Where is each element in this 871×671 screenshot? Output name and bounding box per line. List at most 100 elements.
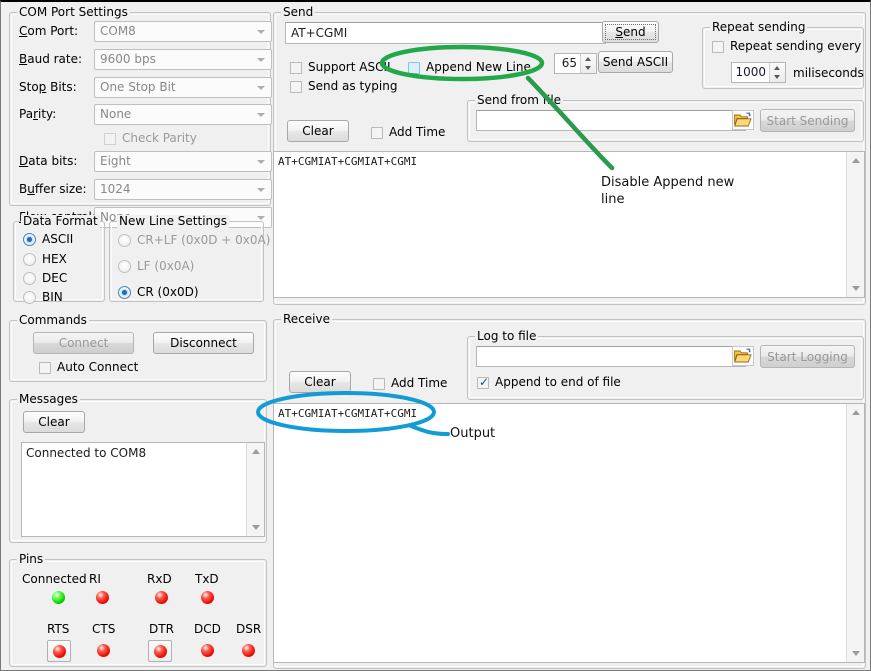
radio-label: CR (0x0D) bbox=[137, 284, 199, 300]
auto-connect-label: Auto Connect bbox=[57, 360, 138, 375]
stepper-up-icon[interactable] bbox=[581, 54, 596, 64]
send-file-path-input[interactable] bbox=[476, 110, 746, 131]
send-log-area[interactable]: AT+CGMIAT+CGMIAT+CGMI bbox=[273, 151, 865, 298]
new-line-settings-group: New Line Settings CR+LF (0x0D + 0x0A) LF… bbox=[109, 215, 264, 302]
commands-title: Commands bbox=[17, 314, 89, 327]
stepper-down-icon[interactable] bbox=[581, 64, 596, 74]
receive-output-area[interactable]: AT+CGMIAT+CGMIAT+CGMI bbox=[273, 403, 865, 663]
folder-open-icon bbox=[733, 347, 753, 365]
pin-label-connected: Connected bbox=[22, 572, 87, 586]
radio-circle bbox=[23, 233, 36, 246]
pin-led-rxd bbox=[155, 591, 168, 604]
scroll-up-icon[interactable] bbox=[247, 443, 264, 460]
parity-label: Parity: bbox=[19, 107, 56, 121]
log-file-browse-button[interactable] bbox=[732, 346, 754, 366]
radio-circle bbox=[23, 291, 36, 304]
new-line-settings-title: New Line Settings bbox=[117, 215, 229, 228]
stepper-down-icon[interactable] bbox=[770, 73, 785, 83]
checkbox-box bbox=[290, 62, 302, 74]
log-file-path-input[interactable] bbox=[476, 346, 746, 367]
com-port-select[interactable]: COM8 bbox=[94, 21, 272, 42]
repeat-sending-title: Repeat sending bbox=[710, 21, 807, 34]
send-button[interactable]: Send bbox=[602, 21, 659, 43]
support-ascii-label: Support ASCII bbox=[308, 60, 391, 75]
radio-circle bbox=[118, 260, 131, 273]
pin-toggle-dtr[interactable] bbox=[148, 640, 172, 662]
pin-led-rts bbox=[53, 645, 66, 658]
pin-led-txd bbox=[201, 591, 214, 604]
folder-open-icon bbox=[733, 111, 753, 129]
send-input-value: AT+CGMI bbox=[291, 26, 347, 40]
start-logging-button[interactable]: Start Logging bbox=[760, 345, 855, 368]
parity-select[interactable]: None bbox=[94, 104, 272, 125]
radio-label: BIN bbox=[42, 289, 63, 305]
receive-clear-button[interactable]: Clear bbox=[289, 371, 351, 393]
ascii-code-stepper[interactable]: 65 bbox=[554, 53, 597, 74]
send-group: Send AT+CGMI Support ASCII Append New Li… bbox=[273, 6, 866, 305]
scroll-down-icon[interactable] bbox=[247, 519, 264, 536]
append-to-end-label: Append to end of file bbox=[495, 375, 621, 390]
pin-led-dcd bbox=[201, 644, 214, 657]
scroll-down-icon[interactable] bbox=[847, 280, 864, 297]
radio-label: LF (0x0A) bbox=[137, 258, 194, 274]
stop-bits-label: Stop Bits: bbox=[19, 80, 77, 94]
chevron-down-icon bbox=[257, 113, 265, 117]
radio-circle bbox=[118, 286, 131, 299]
receive-scrollbar[interactable] bbox=[846, 404, 864, 662]
stepper-buttons[interactable] bbox=[580, 54, 596, 73]
append-new-line-label: Append New Line bbox=[426, 60, 531, 75]
chevron-down-icon bbox=[257, 30, 265, 34]
pin-toggle-rts[interactable] bbox=[47, 640, 71, 662]
com-port-value: COM8 bbox=[100, 24, 136, 38]
log-to-file-title: Log to file bbox=[475, 330, 538, 343]
send-log-scrollbar[interactable] bbox=[846, 152, 864, 297]
pin-led-dsr bbox=[242, 644, 255, 657]
messages-title: Messages bbox=[17, 393, 80, 406]
messages-log-area[interactable]: Connected to COM8 bbox=[21, 442, 265, 537]
send-file-browse-button[interactable] bbox=[732, 110, 754, 130]
pin-label-rts: RTS bbox=[47, 622, 69, 636]
com-port-settings-group: COM Port Settings Com Port: COM8 Baud ra… bbox=[9, 6, 271, 206]
stepper-buttons[interactable] bbox=[769, 63, 785, 82]
pin-label-dcd: DCD bbox=[194, 622, 221, 636]
com-port-settings-title: COM Port Settings bbox=[17, 6, 130, 19]
messages-scrollbar[interactable] bbox=[246, 443, 264, 536]
stop-bits-select[interactable]: One Stop Bit bbox=[94, 77, 272, 98]
radio-label: CR+LF (0x0D + 0x0A) bbox=[137, 232, 270, 248]
repeat-interval-stepper[interactable]: 1000 bbox=[731, 62, 786, 83]
annotation-blue-text: Output bbox=[450, 425, 495, 442]
connect-button[interactable]: Connect bbox=[33, 332, 134, 354]
pin-label-txd: TxD bbox=[195, 572, 219, 586]
send-clear-button[interactable]: Clear bbox=[287, 120, 349, 142]
send-title: Send bbox=[281, 6, 315, 19]
messages-group: Messages Clear Connected to COM8 bbox=[9, 393, 267, 543]
scroll-down-icon[interactable] bbox=[847, 645, 864, 662]
data-format-title: Data Format bbox=[21, 215, 100, 228]
check-parity-label: Check Parity bbox=[122, 131, 197, 146]
buffer-size-value: 1024 bbox=[100, 182, 131, 196]
chevron-down-icon bbox=[257, 188, 265, 192]
send-ascii-button[interactable]: Send ASCII bbox=[598, 51, 673, 73]
repeat-sending-group: Repeat sending Repeat sending every 1000… bbox=[702, 21, 864, 89]
buffer-size-select[interactable]: 1024 bbox=[94, 179, 272, 200]
chevron-down-icon bbox=[257, 160, 265, 164]
scroll-up-icon[interactable] bbox=[847, 404, 864, 421]
start-sending-button[interactable]: Start Sending bbox=[760, 109, 855, 132]
scroll-up-icon[interactable] bbox=[847, 152, 864, 169]
data-bits-label: Data bits: bbox=[19, 154, 77, 168]
com-port-label: Com Port: bbox=[19, 24, 78, 38]
data-bits-select[interactable]: Eight bbox=[94, 151, 272, 172]
messages-log-text: Connected to COM8 bbox=[26, 446, 244, 460]
log-to-file-group: Log to file Start Logging ✓ Append to en… bbox=[467, 330, 864, 400]
checkbox-box bbox=[39, 362, 51, 374]
disconnect-button[interactable]: Disconnect bbox=[153, 332, 254, 354]
messages-clear-button[interactable]: Clear bbox=[23, 411, 85, 433]
pins-title: Pins bbox=[17, 553, 45, 566]
baud-rate-select[interactable]: 9600 bps bbox=[94, 49, 272, 70]
stepper-up-icon[interactable] bbox=[770, 63, 785, 73]
checkbox-box: ✓ bbox=[477, 377, 489, 389]
pin-led-dtr bbox=[154, 645, 167, 658]
send-input[interactable]: AT+CGMI bbox=[285, 22, 606, 44]
pin-label-ri: RI bbox=[89, 572, 101, 586]
receive-title: Receive bbox=[281, 313, 332, 326]
